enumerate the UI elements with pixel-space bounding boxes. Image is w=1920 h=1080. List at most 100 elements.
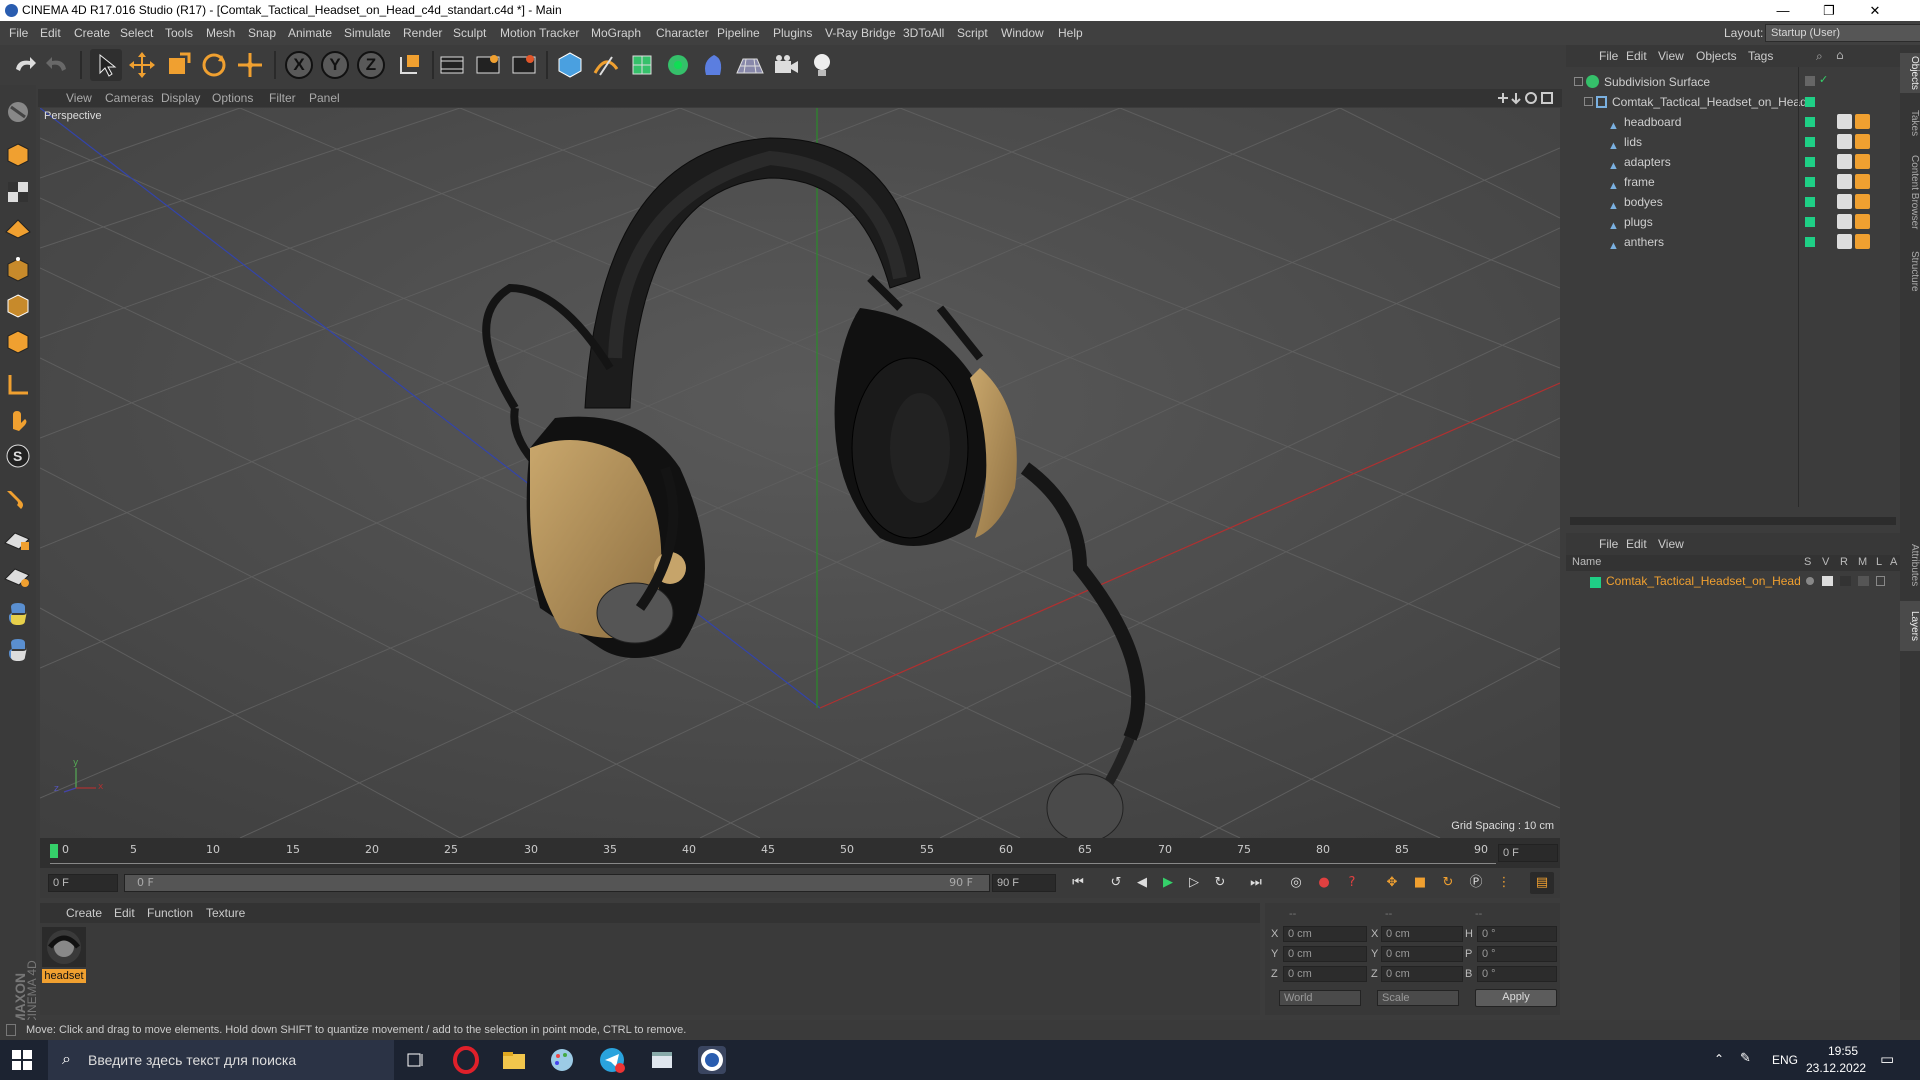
om-menu-file[interactable]: File — [1599, 49, 1618, 63]
object-name[interactable]: plugs — [1624, 212, 1653, 232]
rotation-b-field[interactable]: 0 ° — [1477, 966, 1557, 982]
phong-tag-icon[interactable] — [1855, 114, 1870, 129]
language-indicator[interactable]: ENG — [1772, 1040, 1798, 1080]
menu-simulate[interactable]: Simulate — [344, 21, 391, 45]
tab-takes[interactable]: Takes — [1900, 103, 1920, 143]
texture-mode-icon[interactable] — [3, 177, 33, 207]
object-manager-scrollbar[interactable] — [1570, 517, 1896, 525]
pen-spline-icon[interactable] — [590, 49, 622, 81]
apply-button[interactable]: Apply — [1475, 989, 1557, 1007]
layer-color-swatch[interactable] — [1805, 217, 1815, 227]
menu-character[interactable]: Character — [656, 21, 709, 45]
key-pla-icon[interactable]: ⋮ — [1492, 872, 1516, 894]
layout-dropdown[interactable]: Startup (User) — [1765, 24, 1920, 42]
current-frame-field[interactable]: 0 F — [1498, 844, 1558, 862]
camera-icon[interactable] — [770, 49, 802, 81]
object-name[interactable]: Subdivision Surface — [1604, 72, 1710, 92]
phong-tag-icon[interactable] — [1855, 154, 1870, 169]
material-menu-texture[interactable]: Texture — [206, 903, 245, 923]
menu-animate[interactable]: Animate — [288, 21, 332, 45]
size-z-field[interactable]: 0 cm — [1381, 966, 1463, 982]
tab-structure[interactable]: Structure — [1900, 241, 1920, 301]
deformer-icon[interactable] — [698, 49, 730, 81]
snapping-icon[interactable]: S — [3, 441, 33, 471]
windows-start-icon[interactable] — [12, 1050, 32, 1070]
menu-3dtoall[interactable]: 3DToAll — [903, 21, 944, 45]
texture-tag-icon[interactable] — [1837, 154, 1852, 169]
restore-button[interactable]: ❐ — [1806, 0, 1852, 21]
manager-toggle-icon[interactable] — [1858, 576, 1869, 586]
material-swatch[interactable]: headset — [42, 927, 86, 983]
viewport-menu-panel[interactable]: Panel — [309, 89, 340, 107]
viewport-menu-options[interactable]: Options — [212, 89, 253, 107]
minimize-button[interactable]: — — [1760, 0, 1806, 21]
lm-menu-view[interactable]: View — [1658, 537, 1684, 551]
polygons-mode-icon[interactable] — [3, 327, 33, 357]
cinema4d-taskbar-icon[interactable] — [698, 1046, 726, 1074]
file-explorer-icon[interactable] — [500, 1046, 528, 1074]
texture-tag-icon[interactable] — [1837, 174, 1852, 189]
python-script-icon[interactable] — [3, 599, 33, 629]
floor-scene-icon[interactable] — [734, 49, 766, 81]
tab-attributes[interactable]: Attributes — [1900, 535, 1920, 595]
timeline-layout-icon[interactable]: ▤ — [1530, 872, 1554, 894]
preview-range-slider[interactable]: 0 F 90 F — [124, 874, 990, 892]
render-settings-icon[interactable] — [508, 49, 540, 81]
position-z-field[interactable]: 0 cm — [1283, 966, 1367, 982]
lock-workplane-icon[interactable] — [3, 525, 33, 555]
lm-menu-edit[interactable]: Edit — [1626, 537, 1647, 551]
end-frame-field[interactable]: 90 F — [992, 874, 1056, 892]
rotation-h-field[interactable]: 0 ° — [1477, 926, 1557, 942]
collapse-icon[interactable] — [1584, 97, 1593, 106]
workplane-icon[interactable] — [3, 212, 33, 242]
y-axis-lock-button[interactable]: Y — [321, 51, 349, 79]
move-tool-icon[interactable] — [126, 49, 158, 81]
tab-layers[interactable]: Layers — [1900, 601, 1920, 651]
texture-tag-icon[interactable] — [1837, 134, 1852, 149]
prev-keyframe-icon[interactable]: ↺ — [1104, 872, 1128, 894]
layer-color-swatch[interactable] — [1805, 76, 1815, 86]
phong-tag-icon[interactable] — [1855, 214, 1870, 229]
undo-icon[interactable] — [8, 49, 40, 81]
redo-icon[interactable] — [42, 49, 74, 81]
next-keyframe-icon[interactable]: ↻ — [1208, 872, 1232, 894]
position-x-field[interactable]: 0 cm — [1283, 926, 1367, 942]
render-picture-viewer-icon[interactable] — [472, 49, 504, 81]
telegram-icon[interactable] — [598, 1046, 626, 1074]
menu-plugins[interactable]: Plugins — [773, 21, 812, 45]
phong-tag-icon[interactable] — [1855, 174, 1870, 189]
viewport-menu-view[interactable]: View — [66, 89, 92, 107]
scale-tool-icon[interactable] — [162, 49, 194, 81]
python-script-2-icon[interactable] — [3, 635, 33, 665]
texture-tag-icon[interactable] — [1837, 234, 1852, 249]
material-menu-edit[interactable]: Edit — [114, 903, 135, 923]
edges-mode-icon[interactable] — [3, 291, 33, 321]
material-menu-create[interactable]: Create — [66, 903, 102, 923]
viewport-menu-display[interactable]: Display — [161, 89, 200, 107]
menu-window[interactable]: Window — [1001, 21, 1044, 45]
next-frame-icon[interactable]: ▷ — [1182, 872, 1206, 894]
object-name[interactable]: headboard — [1624, 112, 1681, 132]
menu-file[interactable]: File — [9, 21, 28, 45]
phong-tag-icon[interactable] — [1855, 194, 1870, 209]
light-icon[interactable] — [806, 49, 838, 81]
layer-color-swatch[interactable] — [1805, 177, 1815, 187]
magnet-icon[interactable] — [3, 483, 33, 513]
timeline-ruler[interactable]: 0 5 10 15 20 25 30 35 40 45 50 55 60 65 … — [40, 838, 1560, 868]
opera-icon[interactable] — [452, 1046, 480, 1074]
object-name[interactable]: adapters — [1624, 152, 1671, 172]
coordinate-system-icon[interactable] — [393, 49, 425, 81]
live-selection-icon[interactable] — [234, 49, 266, 81]
viewport-menu-cameras[interactable]: Cameras — [105, 89, 154, 107]
layer-color-swatch[interactable] — [1805, 197, 1815, 207]
view-toggle-icon[interactable] — [1822, 576, 1833, 586]
viewport-menu-filter[interactable]: Filter — [269, 89, 296, 107]
enabled-check-icon[interactable]: ✓ — [1819, 73, 1828, 86]
object-name[interactable]: bodyes — [1624, 192, 1663, 212]
points-mode-icon[interactable] — [3, 255, 33, 285]
layer-color-swatch[interactable] — [1805, 157, 1815, 167]
axis-mode-icon[interactable] — [3, 370, 33, 400]
autokeying-icon[interactable]: ? — [1340, 872, 1364, 894]
menu-edit[interactable]: Edit — [40, 21, 61, 45]
texture-tag-icon[interactable] — [1837, 214, 1852, 229]
